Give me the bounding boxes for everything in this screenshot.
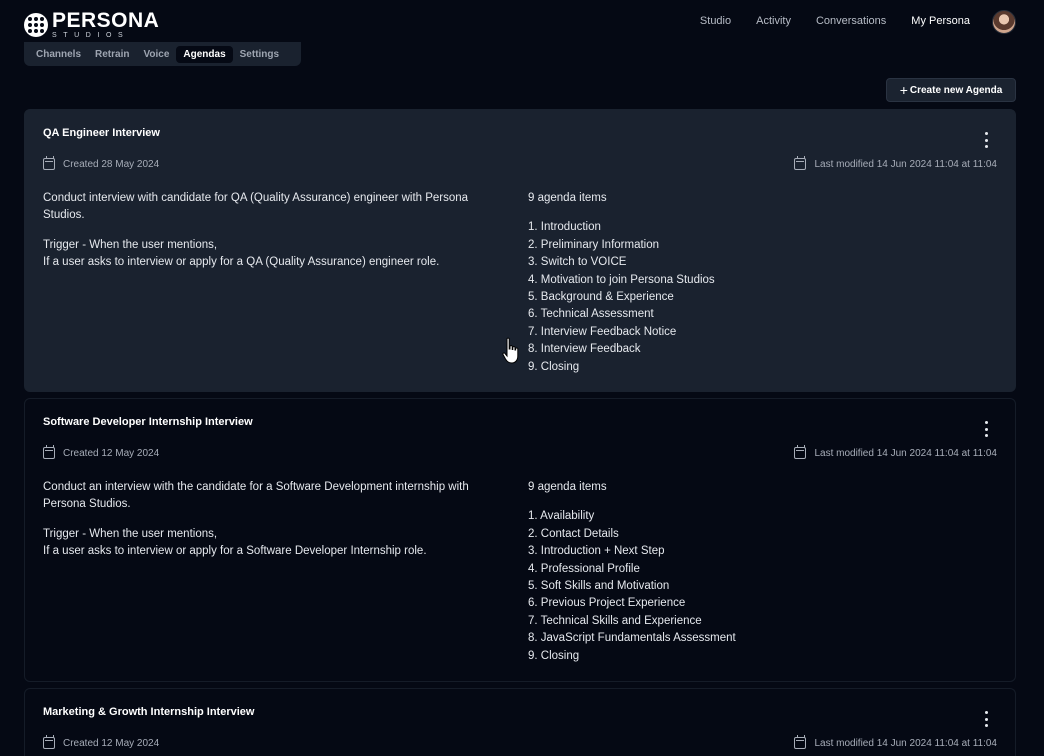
nav-activity[interactable]: Activity — [756, 15, 791, 27]
agenda-item-count: 9 agenda items — [528, 481, 607, 493]
tab-voice[interactable]: Voice — [136, 46, 176, 63]
agenda-item-count: 9 agenda items — [528, 192, 607, 204]
agenda-title: QA Engineer Interview — [43, 127, 160, 139]
agenda-items: 9 agenda items 1. Introduction 2. Prelim… — [528, 190, 715, 376]
agenda-item: 6. Previous Project Experience — [528, 597, 686, 610]
more-options-icon[interactable] — [983, 421, 989, 437]
agenda-item: 8. JavaScript Fundamentals Assessment — [528, 632, 736, 645]
create-agenda-label: Create new Agenda — [909, 84, 1003, 96]
logo-icon — [24, 12, 48, 37]
more-options-icon[interactable] — [983, 711, 989, 727]
calendar-check-icon — [794, 445, 807, 459]
agenda-items: 9 agenda items 1. Availability 2. Contac… — [528, 479, 736, 665]
more-options-icon[interactable] — [983, 132, 989, 148]
plus-icon: + — [899, 82, 908, 98]
modified-text: Last modified 14 Jun 2024 11:04 at 11:04 — [814, 737, 997, 749]
nav-my-persona[interactable]: My Persona — [911, 15, 970, 27]
calendar-check-icon — [794, 156, 807, 170]
top-bar: PERSONA STUDIOS Studio Activity Conversa… — [0, 0, 1044, 44]
agenda-item: 1. Availability — [528, 510, 595, 523]
agenda-item: 9. Closing — [528, 649, 580, 662]
created-date: Created 28 May 2024 — [43, 156, 160, 170]
description-text: Conduct interview with candidate for QA … — [43, 192, 469, 222]
agenda-card[interactable]: Marketing & Growth Internship Interview … — [24, 688, 1016, 756]
modified-date: Last modified 14 Jun 2024 11:04 at 11:04 — [794, 735, 997, 749]
agenda-item: 4. Motivation to join Persona Studios — [528, 273, 715, 286]
description-text: Conduct an interview with the candidate … — [43, 481, 469, 511]
created-text: Created 28 May 2024 — [63, 158, 160, 170]
created-text: Created 12 May 2024 — [63, 447, 160, 459]
agenda-title: Marketing & Growth Internship Interview — [43, 706, 255, 718]
created-text: Created 12 May 2024 — [63, 737, 160, 749]
agenda-item: 7. Technical Skills and Experience — [528, 614, 702, 627]
created-date: Created 12 May 2024 — [43, 445, 160, 459]
modified-date: Last modified 14 Jun 2024 11:04 at 11:04 — [794, 156, 997, 170]
agenda-item: 6. Technical Assessment — [528, 308, 654, 321]
calendar-icon — [43, 156, 55, 170]
agenda-description: Conduct an interview with the candidate … — [43, 479, 503, 561]
trigger-condition: If a user asks to interview or apply for… — [43, 256, 440, 269]
nav-studio[interactable]: Studio — [700, 15, 731, 27]
created-date: Created 12 May 2024 — [43, 735, 160, 749]
tab-channels[interactable]: Channels — [29, 46, 88, 63]
agenda-item: 4. Professional Profile — [528, 562, 640, 575]
nav-conversations[interactable]: Conversations — [816, 15, 886, 27]
create-agenda-button[interactable]: + Create new Agenda — [886, 78, 1016, 102]
trigger-line: Trigger - When the user mentions, — [43, 527, 218, 540]
calendar-icon — [43, 735, 55, 749]
modified-date: Last modified 14 Jun 2024 11:04 at 11:04 — [794, 445, 997, 459]
agenda-item: 1. Introduction — [528, 221, 601, 234]
agenda-item: 8. Interview Feedback — [528, 343, 641, 356]
tab-settings[interactable]: Settings — [233, 46, 286, 63]
agenda-description: Conduct interview with candidate for QA … — [43, 190, 503, 272]
modified-text: Last modified 14 Jun 2024 11:04 at 11:04 — [814, 158, 997, 170]
tab-retrain[interactable]: Retrain — [88, 46, 136, 63]
agenda-item: 5. Background & Experience — [528, 291, 674, 304]
agenda-item: 9. Closing — [528, 360, 580, 373]
agenda-title: Software Developer Internship Interview — [43, 416, 253, 428]
agenda-item: 3. Introduction + Next Step — [528, 545, 665, 558]
hand-cursor-icon — [502, 337, 519, 364]
user-avatar[interactable] — [992, 10, 1016, 34]
agenda-item: 2. Contact Details — [528, 527, 619, 540]
main-nav: Studio Activity Conversations My Persona — [675, 15, 970, 27]
modified-text: Last modified 14 Jun 2024 11:04 at 11:04 — [814, 447, 997, 459]
agenda-card[interactable]: QA Engineer Interview Created 28 May 202… — [24, 109, 1016, 392]
tab-agendas[interactable]: Agendas — [176, 45, 233, 63]
agenda-item: 2. Preliminary Information — [528, 238, 660, 251]
brand-logo[interactable]: PERSONA STUDIOS — [24, 10, 159, 39]
agenda-item: 7. Interview Feedback Notice — [528, 325, 677, 338]
calendar-check-icon — [794, 735, 807, 749]
brand-name: PERSONA — [52, 9, 160, 32]
agenda-item: 5. Soft Skills and Motivation — [528, 580, 670, 593]
brand-sub: STUDIOS — [52, 32, 130, 39]
persona-tabs: Channels Retrain Voice Agendas Settings — [24, 42, 301, 66]
trigger-line: Trigger - When the user mentions, — [43, 238, 218, 251]
agenda-card[interactable]: Software Developer Internship Interview … — [24, 398, 1016, 682]
calendar-icon — [43, 445, 55, 459]
agenda-item: 3. Switch to VOICE — [528, 256, 627, 269]
trigger-condition: If a user asks to interview or apply for… — [43, 545, 427, 558]
